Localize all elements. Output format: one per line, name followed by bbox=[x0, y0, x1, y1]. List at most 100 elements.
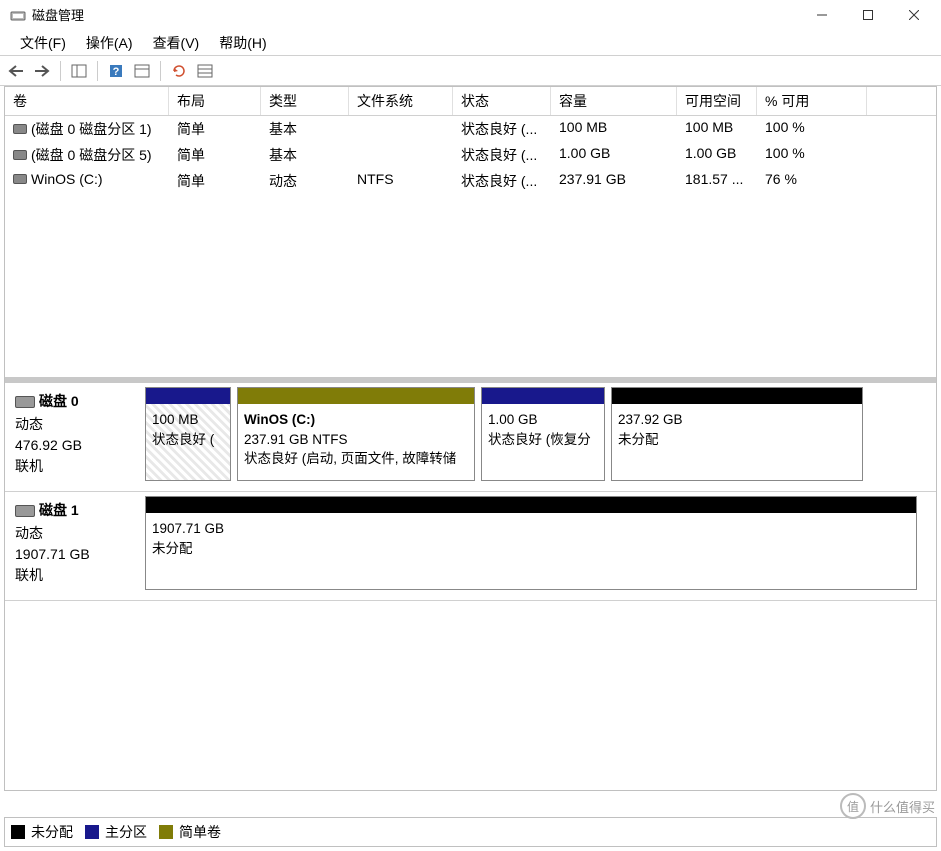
partition-size: 1.00 GB bbox=[488, 410, 598, 430]
legend-label: 未分配 bbox=[31, 822, 73, 842]
partition-size: 100 MB bbox=[152, 410, 224, 430]
cell-volume: WinOS (C:) bbox=[5, 170, 169, 192]
cell-capacity: 1.00 GB bbox=[551, 144, 677, 166]
minimize-button[interactable] bbox=[799, 1, 845, 29]
cell-layout: 简单 bbox=[169, 118, 261, 140]
disk-info[interactable]: 磁盘 1动态1907.71 GB联机 bbox=[9, 496, 145, 590]
partition-title: WinOS (C:) bbox=[244, 410, 468, 430]
cell-fs bbox=[349, 118, 453, 140]
cell-type: 基本 bbox=[261, 144, 349, 166]
col-volume[interactable]: 卷 bbox=[5, 87, 169, 115]
cell-layout: 简单 bbox=[169, 170, 261, 192]
volume-icon bbox=[13, 174, 27, 184]
col-pct[interactable]: % 可用 bbox=[757, 87, 867, 115]
menu-help[interactable]: 帮助(H) bbox=[209, 30, 276, 56]
cell-capacity: 100 MB bbox=[551, 118, 677, 140]
svg-text:?: ? bbox=[113, 66, 120, 78]
disk-name: 磁盘 1 bbox=[39, 500, 79, 521]
col-free[interactable]: 可用空间 bbox=[677, 87, 757, 115]
disk-type: 动态 bbox=[15, 414, 139, 435]
partition-colorbar bbox=[482, 388, 604, 404]
legend-simple: 简单卷 bbox=[159, 822, 221, 842]
disk-info[interactable]: 磁盘 0动态476.92 GB联机 bbox=[9, 387, 145, 481]
window-title: 磁盘管理 bbox=[32, 5, 799, 24]
table-header: 卷 布局 类型 文件系统 状态 容量 可用空间 % 可用 bbox=[5, 87, 936, 116]
help-button[interactable]: ? bbox=[104, 59, 128, 83]
legend-label: 主分区 bbox=[105, 822, 147, 842]
menu-action[interactable]: 操作(A) bbox=[76, 30, 143, 56]
partition-status: 状态良好 (启动, 页面文件, 故障转储 bbox=[244, 449, 468, 469]
partition[interactable]: 237.92 GB未分配 bbox=[611, 387, 863, 481]
volume-icon bbox=[13, 150, 27, 160]
col-status[interactable]: 状态 bbox=[453, 87, 551, 115]
partition[interactable]: WinOS (C:)237.91 GB NTFS状态良好 (启动, 页面文件, … bbox=[237, 387, 475, 481]
menu-file[interactable]: 文件(F) bbox=[10, 30, 76, 56]
partition[interactable]: 100 MB状态良好 ( bbox=[145, 387, 231, 481]
disk-size: 1907.71 GB bbox=[15, 544, 139, 565]
table-row[interactable]: WinOS (C:)简单动态NTFS状态良好 (...237.91 GB181.… bbox=[5, 168, 936, 194]
toolbar-separator bbox=[60, 61, 61, 81]
disk-icon bbox=[15, 396, 35, 408]
cell-pct: 100 % bbox=[757, 144, 867, 166]
cell-fs bbox=[349, 144, 453, 166]
disk-icon bbox=[15, 505, 35, 517]
cell-free: 1.00 GB bbox=[677, 144, 757, 166]
partition-colorbar bbox=[146, 388, 230, 404]
table-row[interactable]: (磁盘 0 磁盘分区 1)简单基本状态良好 (...100 MB100 MB10… bbox=[5, 116, 936, 142]
disk-row: 磁盘 0动态476.92 GB联机100 MB状态良好 (WinOS (C:)2… bbox=[5, 383, 936, 492]
col-type[interactable]: 类型 bbox=[261, 87, 349, 115]
refresh-button[interactable] bbox=[167, 59, 191, 83]
partition-body: 1907.71 GB未分配 bbox=[146, 513, 916, 589]
partition-status: 未分配 bbox=[152, 539, 910, 559]
col-filesystem[interactable]: 文件系统 bbox=[349, 87, 453, 115]
cell-free: 181.57 ... bbox=[677, 170, 757, 192]
toolbar: ? bbox=[0, 56, 941, 86]
menubar: 文件(F) 操作(A) 查看(V) 帮助(H) bbox=[0, 30, 941, 56]
toolbar-separator bbox=[160, 61, 161, 81]
col-capacity[interactable]: 容量 bbox=[551, 87, 677, 115]
disk-row: 磁盘 1动态1907.71 GB联机1907.71 GB未分配 bbox=[5, 492, 936, 601]
maximize-button[interactable] bbox=[845, 1, 891, 29]
cell-text: (磁盘 0 磁盘分区 5) bbox=[31, 147, 152, 163]
partition-body: 237.92 GB未分配 bbox=[612, 404, 862, 480]
legend-label: 简单卷 bbox=[179, 822, 221, 842]
cell-status: 状态良好 (... bbox=[453, 118, 551, 140]
disk-name: 磁盘 0 bbox=[39, 391, 79, 412]
partition-size: 237.91 GB NTFS bbox=[244, 430, 468, 450]
cell-capacity: 237.91 GB bbox=[551, 170, 677, 192]
partition-body: 100 MB状态良好 ( bbox=[146, 404, 230, 480]
cell-type: 基本 bbox=[261, 118, 349, 140]
toolbar-separator bbox=[97, 61, 98, 81]
partition-colorbar bbox=[612, 388, 862, 404]
app-icon bbox=[10, 7, 26, 23]
partition-body: WinOS (C:)237.91 GB NTFS状态良好 (启动, 页面文件, … bbox=[238, 404, 474, 480]
legend-primary: 主分区 bbox=[85, 822, 147, 842]
content-area: 卷 布局 类型 文件系统 状态 容量 可用空间 % 可用 (磁盘 0 磁盘分区 … bbox=[4, 86, 937, 791]
partition-colorbar bbox=[238, 388, 474, 404]
show-hide-tree-button[interactable] bbox=[67, 59, 91, 83]
volume-icon bbox=[13, 124, 27, 134]
forward-button[interactable] bbox=[30, 59, 54, 83]
disk-size: 476.92 GB bbox=[15, 435, 139, 456]
legend-unallocated: 未分配 bbox=[11, 822, 73, 842]
disk-type: 动态 bbox=[15, 523, 139, 544]
table-row[interactable]: (磁盘 0 磁盘分区 5)简单基本状态良好 (...1.00 GB1.00 GB… bbox=[5, 142, 936, 168]
cell-text: WinOS (C:) bbox=[31, 171, 103, 187]
close-button[interactable] bbox=[891, 1, 937, 29]
partition-status: 未分配 bbox=[618, 430, 856, 450]
titlebar: 磁盘管理 bbox=[0, 0, 941, 30]
back-button[interactable] bbox=[4, 59, 28, 83]
list-button[interactable] bbox=[193, 59, 217, 83]
cell-volume: (磁盘 0 磁盘分区 5) bbox=[5, 144, 169, 166]
disk-status: 联机 bbox=[15, 565, 139, 586]
menu-view[interactable]: 查看(V) bbox=[143, 30, 210, 56]
partition-size: 1907.71 GB bbox=[152, 519, 910, 539]
partition[interactable]: 1.00 GB状态良好 (恢复分 bbox=[481, 387, 605, 481]
partition[interactable]: 1907.71 GB未分配 bbox=[145, 496, 917, 590]
col-layout[interactable]: 布局 bbox=[169, 87, 261, 115]
cell-fs: NTFS bbox=[349, 170, 453, 192]
cell-text: (磁盘 0 磁盘分区 1) bbox=[31, 121, 152, 137]
cell-type: 动态 bbox=[261, 170, 349, 192]
partition-status: 状态良好 ( bbox=[152, 430, 224, 450]
properties-button[interactable] bbox=[130, 59, 154, 83]
